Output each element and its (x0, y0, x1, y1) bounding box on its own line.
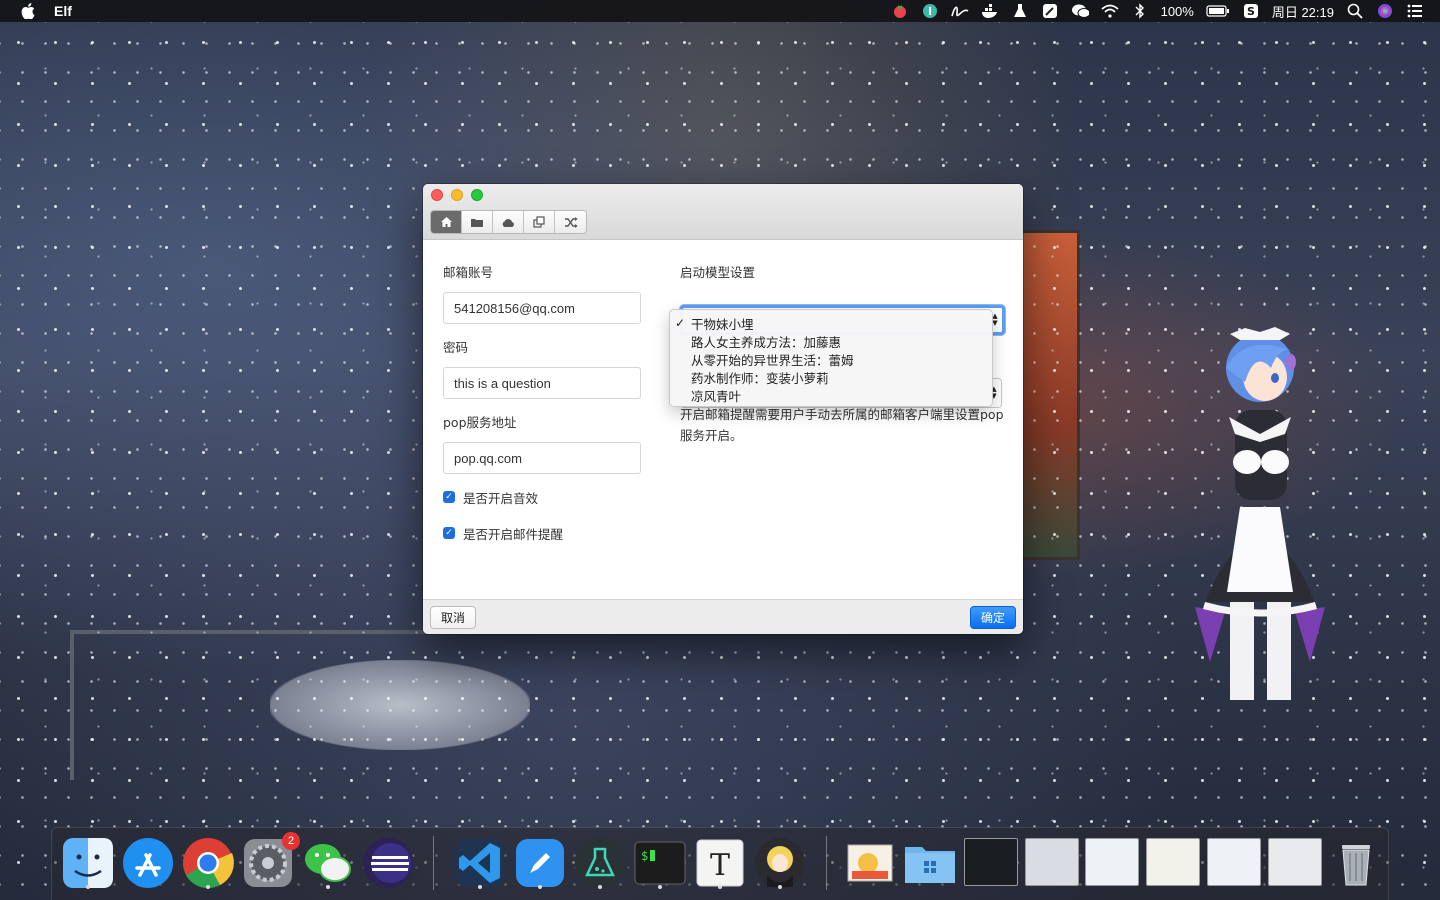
tab-copy[interactable] (524, 211, 555, 233)
sound-checkbox[interactable]: ✓ (443, 491, 455, 503)
wifi-icon[interactable] (1101, 2, 1119, 20)
settings-window: 邮箱账号 541208156@qq.com 密码 this is a quest… (423, 184, 1023, 634)
window-titlebar[interactable] (423, 184, 1023, 240)
model-label: 启动模型设置 (680, 265, 756, 280)
model-option[interactable]: 凉风青叶 (670, 386, 992, 404)
typora-icon[interactable]: T (692, 835, 748, 891)
anime-character-icon[interactable] (752, 835, 808, 891)
tab-folder[interactable] (462, 211, 493, 233)
pen-app-icon[interactable] (512, 835, 568, 891)
model-option[interactable]: 药水制作师：变装小萝莉 (670, 368, 992, 386)
desktop-pet-character[interactable] (1185, 322, 1335, 702)
password-field[interactable]: this is a question (443, 367, 641, 399)
sound-option[interactable]: ✓ 是否开启音效 (443, 487, 641, 507)
pen-app-icon[interactable] (1041, 2, 1059, 20)
svg-text:S: S (1247, 5, 1255, 18)
model-option[interactable]: 路人女主养成方法：加藤惠 (670, 332, 992, 350)
pop-server-label: pop服务地址 (443, 415, 517, 430)
folder-icon (470, 213, 484, 232)
terminal-thumb[interactable] (964, 838, 1018, 886)
confirm-button[interactable]: 确定 (969, 606, 1016, 629)
svg-text:$: $ (641, 849, 648, 863)
battery-icon[interactable] (1206, 2, 1230, 20)
email-field[interactable]: 541208156@qq.com (443, 292, 641, 324)
window-zoom-button[interactable] (471, 189, 483, 201)
email-label: 邮箱账号 (443, 265, 494, 280)
svg-text:T: T (710, 848, 730, 883)
pop-help-text: 开启邮箱提醒需要用户手动去所属的邮箱客户端里设置pop服务开启。 (680, 407, 1004, 443)
mail-alert-checkbox[interactable]: ✓ (443, 527, 455, 539)
model-settings: 启动模型设置 ▲ ▼ ▲ ▼ ✓ 干物妹小埋 路人女主养成方法：加藤惠 从零开始的异世… (669, 262, 1005, 443)
trash-icon[interactable] (1328, 835, 1384, 891)
window-thumb-5[interactable] (1268, 838, 1322, 886)
docker-icon[interactable] (981, 2, 999, 20)
chrome-icon[interactable] (180, 835, 236, 891)
notification-center-icon[interactable] (1406, 2, 1424, 20)
sound-checkbox-label: 是否开启音效 (463, 490, 539, 506)
dock: 2 $ T (51, 827, 1389, 900)
window-close-button[interactable] (431, 189, 443, 201)
window-thumb-3[interactable] (1146, 838, 1200, 886)
sogou-icon[interactable]: S (1242, 2, 1260, 20)
window-content: 邮箱账号 541208156@qq.com 密码 this is a quest… (423, 240, 1023, 599)
toolbar-segmented-control (430, 210, 587, 234)
apple-menu-icon[interactable] (19, 3, 37, 19)
flask-app-icon[interactable] (572, 835, 628, 891)
finder-icon[interactable] (60, 835, 116, 891)
mail-alert-checkbox-label: 是否开启邮件提醒 (463, 526, 564, 542)
window-footer: 取消 确定 (423, 599, 1023, 634)
siri-icon[interactable] (1376, 2, 1394, 20)
image-folder-icon[interactable] (842, 835, 898, 891)
system-preferences-icon[interactable]: 2 (240, 832, 300, 891)
pin-icon[interactable] (921, 2, 939, 20)
shuffle-icon (564, 213, 578, 232)
menubar-clock[interactable]: 周日 22:19 (1272, 2, 1334, 21)
account-settings: 邮箱账号 541208156@qq.com 密码 this is a quest… (443, 262, 641, 543)
window-thumb-1[interactable] (1025, 838, 1079, 886)
wechat-icon[interactable] (1071, 2, 1089, 20)
app-store-icon[interactable] (120, 835, 176, 891)
checkmark-icon: ✓ (675, 316, 686, 330)
wechat-icon[interactable] (300, 835, 356, 891)
home-icon (440, 213, 453, 232)
model-dropdown-menu: ✓ 干物妹小埋 路人女主养成方法：加藤惠 从零开始的异世界生活：蕾姆 药水制作师：… (669, 309, 993, 407)
window-minimize-button[interactable] (451, 189, 463, 201)
model-option[interactable]: ✓ 干物妹小埋 (670, 314, 992, 332)
flask-icon[interactable] (1011, 2, 1029, 20)
windows-folder-icon[interactable] (902, 835, 958, 891)
menu-bar: Elf 100% S 周日 22:19 (0, 0, 1440, 22)
mail-alert-option[interactable]: ✓ 是否开启邮件提醒 (443, 523, 641, 543)
model-option[interactable]: 从零开始的异世界生活：蕾姆 (670, 350, 992, 368)
cloud-icon (501, 213, 515, 232)
eclipse-icon[interactable] (360, 835, 416, 891)
terminal-icon[interactable]: $ (632, 835, 688, 891)
pop-server-field[interactable]: pop.qq.com (443, 442, 641, 474)
window-thumb-2[interactable] (1085, 838, 1139, 886)
tomato-icon[interactable] (891, 2, 909, 20)
tab-shuffle[interactable] (555, 211, 586, 233)
copy-icon (533, 213, 545, 232)
bluetooth-icon[interactable] (1131, 2, 1149, 20)
signature-icon[interactable] (950, 2, 969, 20)
system-preferences-badge: 2 (282, 832, 300, 850)
cancel-button[interactable]: 取消 (430, 606, 477, 629)
window-thumb-4[interactable] (1207, 838, 1261, 886)
tab-cloud[interactable] (493, 211, 524, 233)
battery-percent[interactable]: 100% (1161, 4, 1194, 19)
password-label: 密码 (443, 340, 469, 355)
spotlight-icon[interactable] (1346, 2, 1364, 20)
vscode-icon[interactable] (452, 835, 508, 891)
active-app-name[interactable]: Elf (54, 3, 72, 19)
tab-home[interactable] (431, 211, 462, 233)
